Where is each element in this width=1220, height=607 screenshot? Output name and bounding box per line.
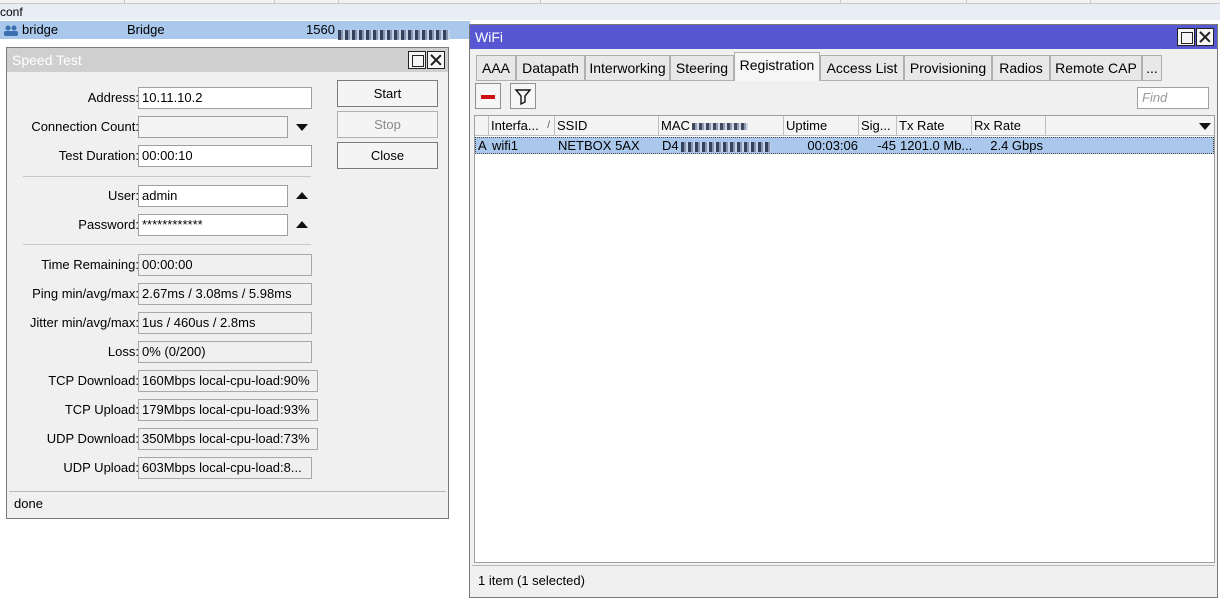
tab-interworking[interactable]: Interworking [585,55,670,81]
column-header-ssid[interactable]: SSID [555,116,659,136]
speed-test-titlebar[interactable]: Speed Test [7,48,448,72]
minus-icon [481,95,495,99]
tcp-download-value: 160Mbps local-cpu-load:90% [138,370,318,392]
bridge-type: Bridge [127,22,165,37]
table-row[interactable]: A wifi1 NETBOX 5AX D4 00:03:06 -45 1201.… [475,137,1214,154]
registration-table: Interfa... / SSID MAC Uptime Sig... Tx R… [474,115,1215,563]
column-header-tx-rate[interactable]: Tx Rate [897,116,972,136]
address-input[interactable]: 10.11.10.2 [138,87,312,109]
udp-download-label: UDP Download: [46,431,139,446]
wifi-titlebar[interactable]: WiFi [470,25,1217,49]
column-header-rx-rate[interactable]: Rx Rate [972,116,1046,136]
wifi-status: 1 item (1 selected) [472,565,1215,595]
row-tx-rate: 1201.0 Mb... [900,138,973,153]
wifi-toolbar: Find [473,83,1214,113]
row-mac: D4 [662,138,782,153]
column-header-uptime[interactable]: Uptime [784,116,859,136]
stop-button[interactable]: Stop [337,111,438,138]
tab-radios[interactable]: Radios [992,55,1050,81]
connection-count-input[interactable] [138,116,288,138]
flag-column-header[interactable] [475,116,489,136]
row-flag: A [478,138,487,153]
start-button[interactable]: Start [337,80,438,107]
chevron-down-icon[interactable] [1199,123,1211,130]
tab-registration[interactable]: Registration [734,52,820,81]
udp-download-value: 350Mbps local-cpu-load:73% [138,428,318,450]
address-label: Address: [87,90,139,105]
speed-test-status: done [9,491,446,516]
users-icon [3,24,19,42]
remove-button[interactable] [475,83,501,109]
maximize-icon[interactable] [408,51,426,69]
tcp-upload-label: TCP Upload: [64,402,139,417]
chevron-up-icon[interactable] [296,192,308,199]
filter-button[interactable] [510,83,536,109]
udp-upload-label: UDP Upload: [63,460,139,475]
user-label: User: [107,188,139,203]
divider [23,244,311,245]
ping-value: 2.67ms / 3.08ms / 5.98ms [138,283,312,305]
close-button[interactable]: Close [337,142,438,169]
find-input[interactable]: Find [1137,87,1209,109]
column-header-interface[interactable]: Interfa... / [489,116,555,136]
loss-value: 0% (0/200) [138,341,312,363]
test-duration-label: Test Duration: [58,148,139,163]
connection-count-label: Connection Count: [31,119,139,134]
loss-label: Loss: [107,344,139,359]
sort-icon: / [547,120,550,131]
wifi-title: WiFi [475,29,503,45]
chevron-up-icon[interactable] [296,221,308,228]
row-ssid: NETBOX 5AX [558,138,640,153]
tcp-download-label: TCP Download: [48,373,139,388]
background-bridge-row[interactable]: bridge Bridge 1560 [0,21,470,42]
tab-access-list[interactable]: Access List [820,55,904,81]
bridge-name: bridge [22,22,59,37]
row-rx-rate: 2.4 Gbps [990,138,1043,153]
row-signal: -45 [877,138,896,153]
row-interface: wifi1 [492,138,519,153]
ping-label: Ping min/avg/max: [32,286,139,301]
time-remaining-label: Time Remaining: [41,257,139,272]
redacted-mac [338,25,450,43]
jitter-label: Jitter min/avg/max: [29,315,139,330]
tab-datapath[interactable]: Datapath [516,55,585,81]
password-label: Password: [78,217,139,232]
time-remaining-value: 00:00:00 [138,254,312,276]
background-section-label: conf [0,4,1220,20]
close-icon[interactable] [427,51,445,69]
close-icon[interactable] [1196,28,1214,46]
speed-test-title: Speed Test [12,52,82,68]
password-input[interactable]: ************ [138,214,288,236]
test-duration-input[interactable]: 00:00:10 [138,145,312,167]
column-header-signal[interactable]: Sig... [859,116,897,136]
tab-remote-cap[interactable]: Remote CAP [1050,55,1142,81]
tab-aaa[interactable]: AAA [476,55,516,81]
tab-steering[interactable]: Steering [670,55,734,81]
maximize-icon[interactable] [1177,28,1195,46]
column-header-mac[interactable]: MAC [659,116,784,136]
chevron-down-icon[interactable] [296,124,308,131]
tab-more[interactable]: ... [1142,55,1162,81]
user-input[interactable]: admin [138,185,288,207]
tab-provisioning[interactable]: Provisioning [904,55,992,81]
udp-upload-value: 603Mbps local-cpu-load:8... [138,457,312,479]
bridge-mtu: 1560 [306,22,335,37]
wifi-window: WiFi AAA Datapath Interworking Steering … [469,24,1218,598]
table-header: Interfa... / SSID MAC Uptime Sig... Tx R… [475,116,1214,136]
filter-icon [514,89,532,106]
row-uptime: 00:03:06 [807,138,858,153]
tcp-upload-value: 179Mbps local-cpu-load:93% [138,399,318,421]
divider [23,176,311,177]
speed-test-window: Speed Test Address: 10.11.10.2 Connectio… [6,47,449,519]
jitter-value: 1us / 460us / 2.8ms [138,312,312,334]
